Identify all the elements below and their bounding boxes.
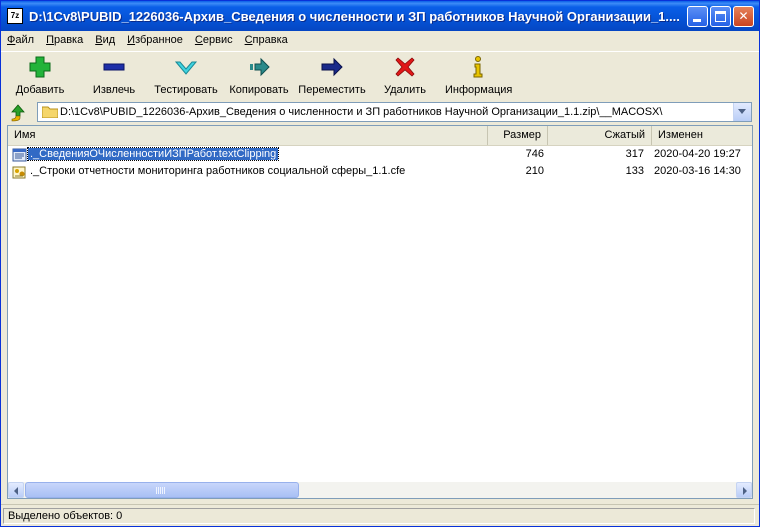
file-size: 210 bbox=[525, 165, 544, 177]
maximize-icon bbox=[715, 11, 726, 22]
chevron-down-icon bbox=[738, 109, 746, 114]
scroll-thumb[interactable] bbox=[25, 482, 299, 498]
column-header-name[interactable]: Имя bbox=[8, 126, 488, 145]
menu-edit[interactable]: Правка bbox=[40, 31, 89, 49]
delete-button[interactable]: Удалить bbox=[379, 55, 431, 97]
window-title: D:\1Cv8\PUBID_1226036-Архив_Сведения о ч… bbox=[29, 9, 679, 24]
file-modified: 2020-04-20 19:27 bbox=[654, 148, 741, 160]
minimize-button[interactable] bbox=[687, 6, 708, 27]
file-row[interactable]: ._СведенияОЧисленностиИЗПРабот.textClipp… bbox=[8, 147, 752, 163]
file-list[interactable]: Имя Размер Сжатый Изменен ._СведенияОЧис… bbox=[7, 125, 753, 499]
file-name: ._Строки отчетности мониторинга работник… bbox=[30, 165, 406, 177]
maximize-button[interactable] bbox=[710, 6, 731, 27]
config-file-icon bbox=[12, 164, 28, 180]
minimize-icon bbox=[693, 19, 701, 22]
info-icon bbox=[466, 55, 490, 79]
status-text: Выделено объектов: 0 bbox=[3, 508, 755, 524]
copy-button[interactable]: Копировать bbox=[227, 55, 291, 97]
column-header-packed[interactable]: Сжатый bbox=[548, 126, 652, 145]
grip-icon bbox=[156, 487, 166, 494]
file-row[interactable]: ._Строки отчетности мониторинга работник… bbox=[8, 164, 752, 180]
horizontal-scrollbar[interactable] bbox=[8, 482, 752, 498]
status-bar: Выделено объектов: 0 bbox=[1, 504, 759, 526]
move-arrow-icon bbox=[320, 55, 344, 79]
app-window: 7z D:\1Cv8\PUBID_1226036-Архив_Сведения … bbox=[0, 0, 760, 527]
menu-tools[interactable]: Сервис bbox=[189, 31, 239, 49]
address-bar: D:\1Cv8\PUBID_1226036-Архив_Сведения о ч… bbox=[1, 101, 759, 125]
column-header-modified[interactable]: Изменен bbox=[652, 126, 752, 145]
file-name: ._СведенияОЧисленностиИЗПРабот.textClipp… bbox=[26, 147, 280, 161]
address-input[interactable]: D:\1Cv8\PUBID_1226036-Архив_Сведения о ч… bbox=[37, 102, 752, 122]
delete-x-icon bbox=[393, 55, 417, 79]
plus-icon bbox=[28, 55, 52, 79]
address-dropdown-button[interactable] bbox=[733, 103, 751, 121]
file-size: 746 bbox=[525, 148, 544, 160]
add-button[interactable]: Добавить bbox=[9, 55, 71, 97]
info-button[interactable]: Информация bbox=[445, 55, 512, 97]
menu-view[interactable]: Вид bbox=[89, 31, 121, 49]
copy-arrow-icon bbox=[247, 55, 271, 79]
extract-button[interactable]: Извлечь bbox=[83, 55, 145, 97]
move-button[interactable]: Переместить bbox=[297, 55, 367, 97]
arrow-left-icon bbox=[14, 487, 18, 495]
menu-file[interactable]: Файл bbox=[1, 31, 40, 49]
test-button[interactable]: Тестировать bbox=[153, 55, 219, 97]
close-button[interactable]: ✕ bbox=[733, 6, 754, 27]
folder-icon bbox=[41, 106, 59, 119]
minus-icon bbox=[102, 55, 126, 79]
text-file-icon bbox=[12, 147, 28, 163]
scroll-left-button[interactable] bbox=[8, 482, 24, 498]
column-header-size[interactable]: Размер bbox=[488, 126, 548, 145]
file-packed-size: 133 bbox=[625, 165, 644, 177]
app-7zip-icon[interactable]: 7z bbox=[7, 8, 23, 24]
scroll-right-button[interactable] bbox=[736, 482, 752, 498]
file-modified: 2020-03-16 14:30 bbox=[654, 165, 741, 177]
address-path: D:\1Cv8\PUBID_1226036-Архив_Сведения о ч… bbox=[60, 106, 663, 118]
toolbar: Добавить Извлечь Тестировать Копировать … bbox=[1, 51, 759, 100]
file-packed-size: 317 bbox=[625, 148, 644, 160]
menu-bar: Файл Правка Вид Избранное Сервис Справка bbox=[1, 31, 759, 49]
list-header: Имя Размер Сжатый Изменен bbox=[8, 126, 752, 146]
up-folder-icon[interactable] bbox=[9, 104, 27, 122]
menu-help[interactable]: Справка bbox=[239, 31, 294, 49]
arrow-right-icon bbox=[743, 487, 747, 495]
menu-favorites[interactable]: Избранное bbox=[121, 31, 189, 49]
title-bar[interactable]: 7z D:\1Cv8\PUBID_1226036-Архив_Сведения … bbox=[1, 1, 759, 31]
check-icon bbox=[174, 55, 198, 79]
close-icon: ✕ bbox=[738, 9, 749, 23]
